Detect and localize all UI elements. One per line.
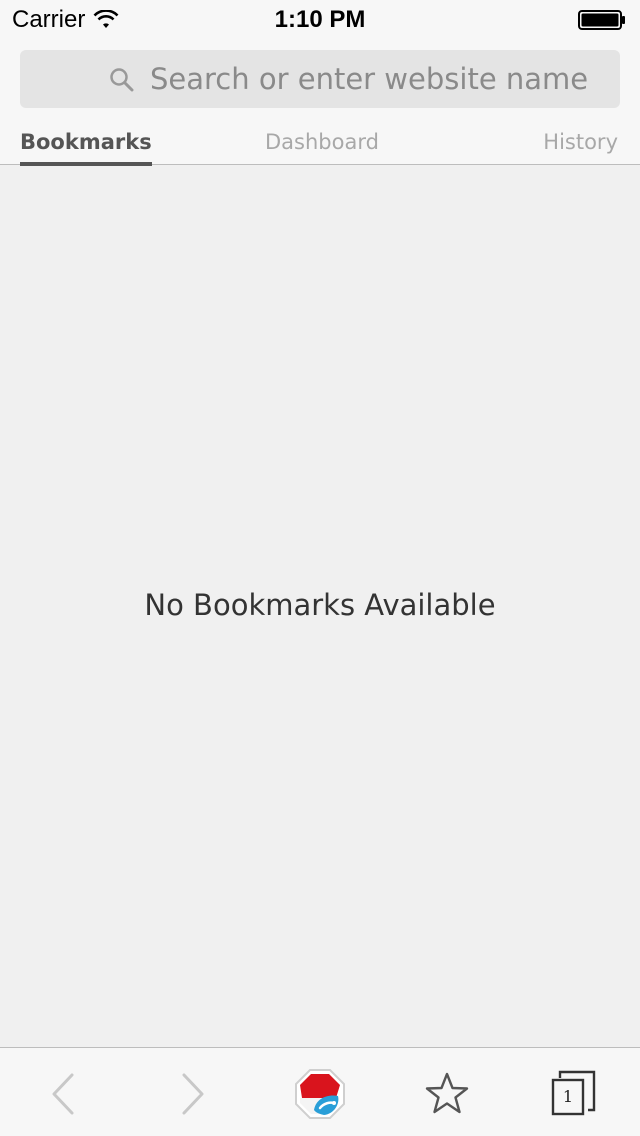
tab-dashboard[interactable]: Dashboard [265,130,379,165]
bottom-toolbar: 1 [0,1047,640,1136]
tab-history[interactable]: History [543,130,618,165]
back-chevron-icon [52,1073,74,1115]
app-menu-button[interactable] [294,1068,346,1120]
forward-chevron-icon [182,1073,204,1115]
tab-bookmarks[interactable]: Bookmarks [20,130,152,166]
top-navigation: Bookmarks Dashboard History [0,40,640,166]
status-time: 1:10 PM [274,6,366,33]
empty-state-message: No Bookmarks Available [144,588,496,622]
tabs-count: 1 [562,1087,574,1106]
search-icon [110,68,134,92]
star-icon [425,1072,469,1114]
forward-button[interactable] [166,1068,218,1120]
bookmark-star-button[interactable] [421,1068,473,1120]
status-bar: Carrier 1:10 PM [0,0,640,40]
search-input[interactable] [150,50,610,108]
app-logo-icon [295,1069,345,1119]
search-bar[interactable] [20,50,620,108]
battery-icon [578,10,625,30]
tabs-button[interactable]: 1 [546,1068,598,1120]
back-button[interactable] [38,1068,90,1120]
